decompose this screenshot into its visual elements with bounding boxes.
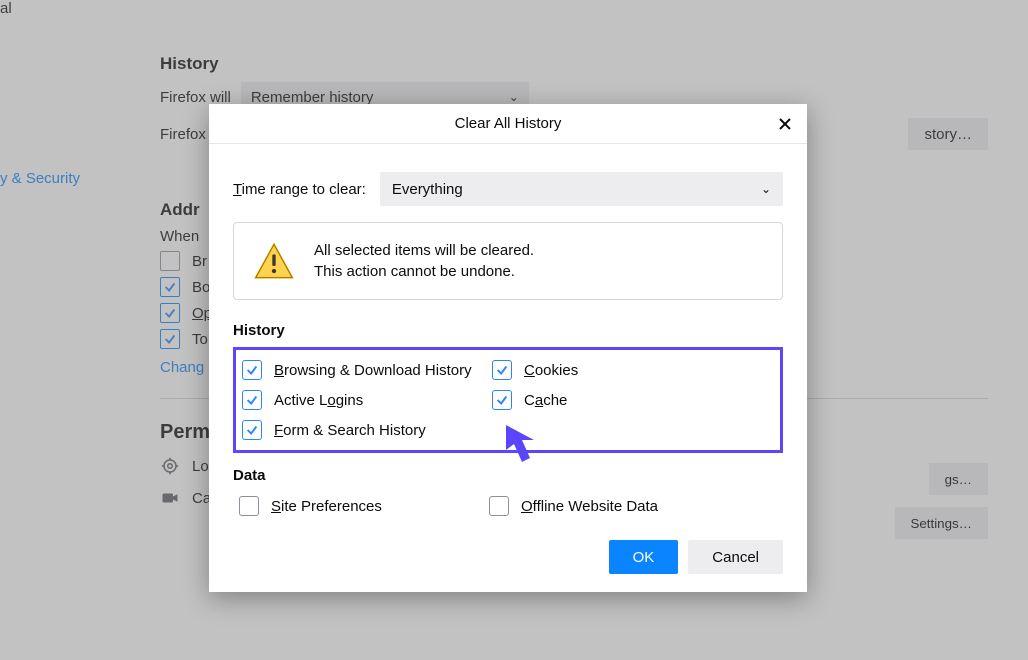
checkbox-active-logins[interactable]	[242, 390, 262, 410]
checkbox-cookies-label: Cookies	[524, 362, 578, 379]
warning-icon	[254, 241, 294, 281]
clear-history-dialog: Clear All History Time range to clear: E…	[209, 104, 807, 592]
checkbox-site-preferences-label: Site Preferences	[271, 498, 382, 515]
time-range-label: Time range to clear:	[233, 181, 366, 198]
time-range-select[interactable]: Everything ⌄	[380, 172, 783, 206]
checkbox-browsing-history-label: Browsing & Download History	[274, 362, 472, 379]
checkbox-browsing-history[interactable]	[242, 360, 262, 380]
checkbox-cache[interactable]	[492, 390, 512, 410]
history-checkbox-group-highlight: Browsing & Download History Cookies Acti…	[233, 347, 783, 453]
warning-line1: All selected items will be cleared.	[314, 242, 534, 259]
warning-line2: This action cannot be undone.	[314, 263, 534, 280]
checkbox-offline-data-label: Offline Website Data	[521, 498, 658, 515]
cancel-button[interactable]: Cancel	[688, 540, 783, 574]
time-range-value: Everything	[392, 181, 463, 198]
checkbox-cache-label: Cache	[524, 392, 567, 409]
ok-button[interactable]: OK	[609, 540, 679, 574]
data-subsection: Data	[233, 467, 783, 484]
close-icon[interactable]	[769, 108, 801, 140]
warning-box: All selected items will be cleared. This…	[233, 222, 783, 300]
checkbox-form-history[interactable]	[242, 420, 262, 440]
dialog-header: Clear All History	[209, 104, 807, 144]
history-subsection: History	[233, 322, 783, 339]
warning-text: All selected items will be cleared. This…	[314, 242, 534, 280]
checkbox-offline-data[interactable]	[489, 496, 509, 516]
checkbox-form-history-label: Form & Search History	[274, 422, 426, 439]
checkbox-site-preferences[interactable]	[239, 496, 259, 516]
checkbox-cookies[interactable]	[492, 360, 512, 380]
chevron-down-icon: ⌄	[761, 182, 771, 196]
dialog-title: Clear All History	[455, 115, 562, 132]
checkbox-active-logins-label: Active Logins	[274, 392, 363, 409]
